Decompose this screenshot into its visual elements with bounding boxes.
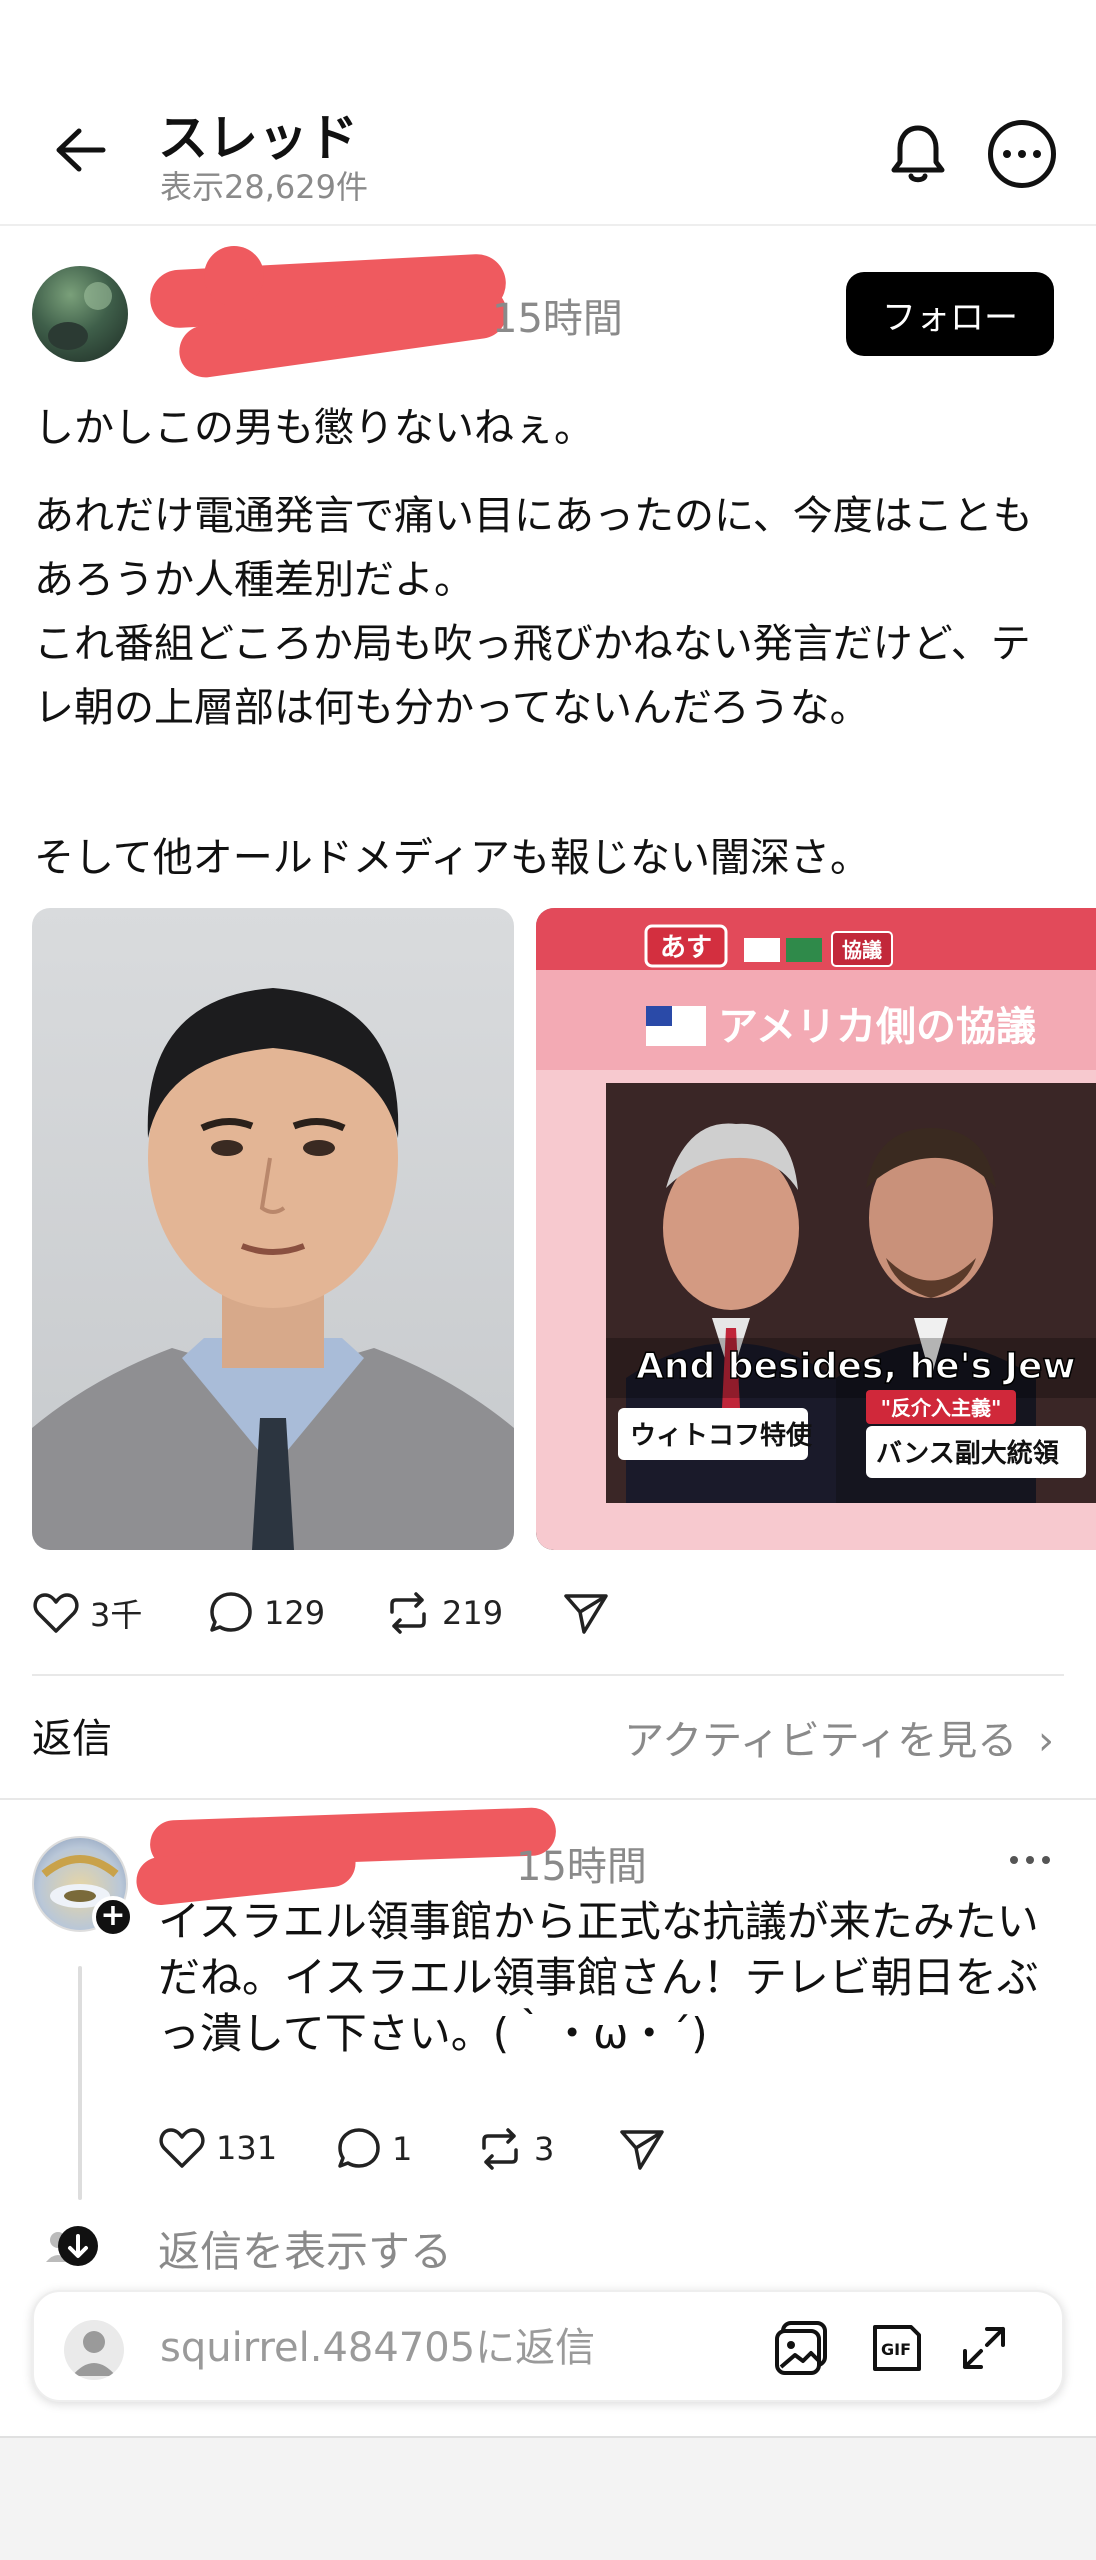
notifications-button[interactable]	[882, 118, 954, 190]
back-button[interactable]	[48, 118, 112, 182]
image-button[interactable]	[772, 2318, 832, 2378]
reply-share-button[interactable]	[618, 2126, 666, 2172]
tv-tag-tomorrow: あす	[660, 933, 712, 963]
view-activity-link[interactable]: アクティビティを見る ›	[624, 1708, 1054, 1766]
post-image-portrait[interactable]	[32, 908, 514, 1550]
show-replies-link[interactable]: 返信を表示する	[158, 2218, 452, 2279]
post-time: 15時間	[492, 296, 623, 342]
expand-button[interactable]	[954, 2318, 1014, 2378]
post-like-button[interactable]: 3千	[32, 1590, 142, 1636]
image-icon	[775, 2321, 827, 2375]
reply-like-button[interactable]: 131	[158, 2126, 277, 2170]
comment-count: 129	[264, 1594, 326, 1632]
heart-icon	[159, 2128, 205, 2168]
send-icon	[620, 2130, 664, 2170]
reply-composer: GIF	[32, 2290, 1064, 2402]
tv-subtitle-caption: And besides, he's Jew	[636, 1346, 1076, 1387]
divider	[0, 1798, 1096, 1800]
user-avatar	[64, 2320, 124, 2380]
divider	[32, 1674, 1064, 1676]
bell-icon	[891, 125, 945, 183]
thread-header: スレッド 表示28,629件	[0, 0, 1096, 226]
post-image-tv-screenshot[interactable]: あす 協議 アメリカ側の協議 And besides, he's Jew ウィト…	[536, 908, 1096, 1550]
reply-comment-button[interactable]: 1	[336, 2126, 412, 2172]
thread-line	[78, 1966, 82, 2200]
more-horizontal-icon	[1003, 150, 1011, 158]
follow-button[interactable]: フォロー	[846, 272, 1054, 356]
tv-tag-talks: 協議	[842, 938, 882, 962]
tv-banner: アメリカ側の協議	[718, 1004, 1036, 1050]
reply-time: 15時間	[516, 1844, 647, 1890]
show-replies-icon[interactable]	[44, 2224, 98, 2268]
heart-icon	[33, 1593, 79, 1633]
gif-button[interactable]: GIF	[866, 2318, 926, 2378]
arrow-left-icon	[56, 128, 106, 172]
redaction-mark	[204, 246, 264, 306]
comment-icon	[210, 1592, 252, 1632]
like-count: 3千	[90, 1596, 143, 1634]
more-options-button[interactable]	[988, 120, 1056, 188]
post-repost-button[interactable]: 219	[384, 1590, 503, 1636]
more-horizontal-icon	[1010, 1856, 1018, 1864]
nameplate-red-tag: "反介入主義"	[881, 1396, 1002, 1420]
repost-icon	[390, 1592, 426, 1634]
follow-plus-icon[interactable]: +	[92, 1896, 134, 1938]
chevron-right-icon: ›	[1038, 1718, 1054, 1764]
view-activity-label: アクティビティを見る	[624, 1718, 1018, 1764]
reply-input[interactable]	[160, 2322, 720, 2374]
svg-text:GIF: GIF	[881, 2340, 911, 2359]
reply-repost-button[interactable]: 3	[476, 2126, 554, 2172]
nameplate-witkoff: ウィトコフ特使	[630, 1420, 813, 1451]
replies-label: 返信	[32, 1716, 112, 1762]
reply-more-button[interactable]	[1010, 1840, 1050, 1880]
post-text-paragraph-2: あれだけ電通発言で痛い目にあったのに、今度はこともあろうか人種差別だよ。 これ番…	[34, 493, 1033, 731]
reply-like-count: 131	[216, 2129, 278, 2167]
reply-comment-count: 1	[392, 2130, 413, 2168]
view-count: 表示28,629件	[160, 168, 368, 206]
repost-count: 219	[442, 1594, 504, 1632]
post-text-line-3: そして他オールドメディアも報じない闇深さ。	[34, 835, 870, 881]
post-share-button[interactable]	[562, 1590, 610, 1636]
reply-text: イスラエル領事館から正式な抗議が来たみたいだね。イスラエル領事館さん！テレビ朝日…	[158, 1897, 1039, 2058]
gif-icon: GIF	[873, 2325, 921, 2371]
repost-icon	[482, 2128, 518, 2170]
bottom-bar	[0, 2436, 1096, 2560]
post-comment-button[interactable]: 129	[208, 1590, 325, 1636]
comment-icon	[338, 2128, 380, 2168]
reply-repost-count: 3	[534, 2130, 555, 2168]
send-icon	[564, 1594, 608, 1634]
post-text-line-1: しかしこの男も懲りないねぇ。	[34, 405, 594, 451]
expand-icon	[963, 2327, 1005, 2369]
author-avatar[interactable]	[32, 266, 128, 362]
page-title: スレッド	[158, 109, 358, 167]
nameplate-vance: バンス副大統領	[876, 1438, 1059, 1469]
